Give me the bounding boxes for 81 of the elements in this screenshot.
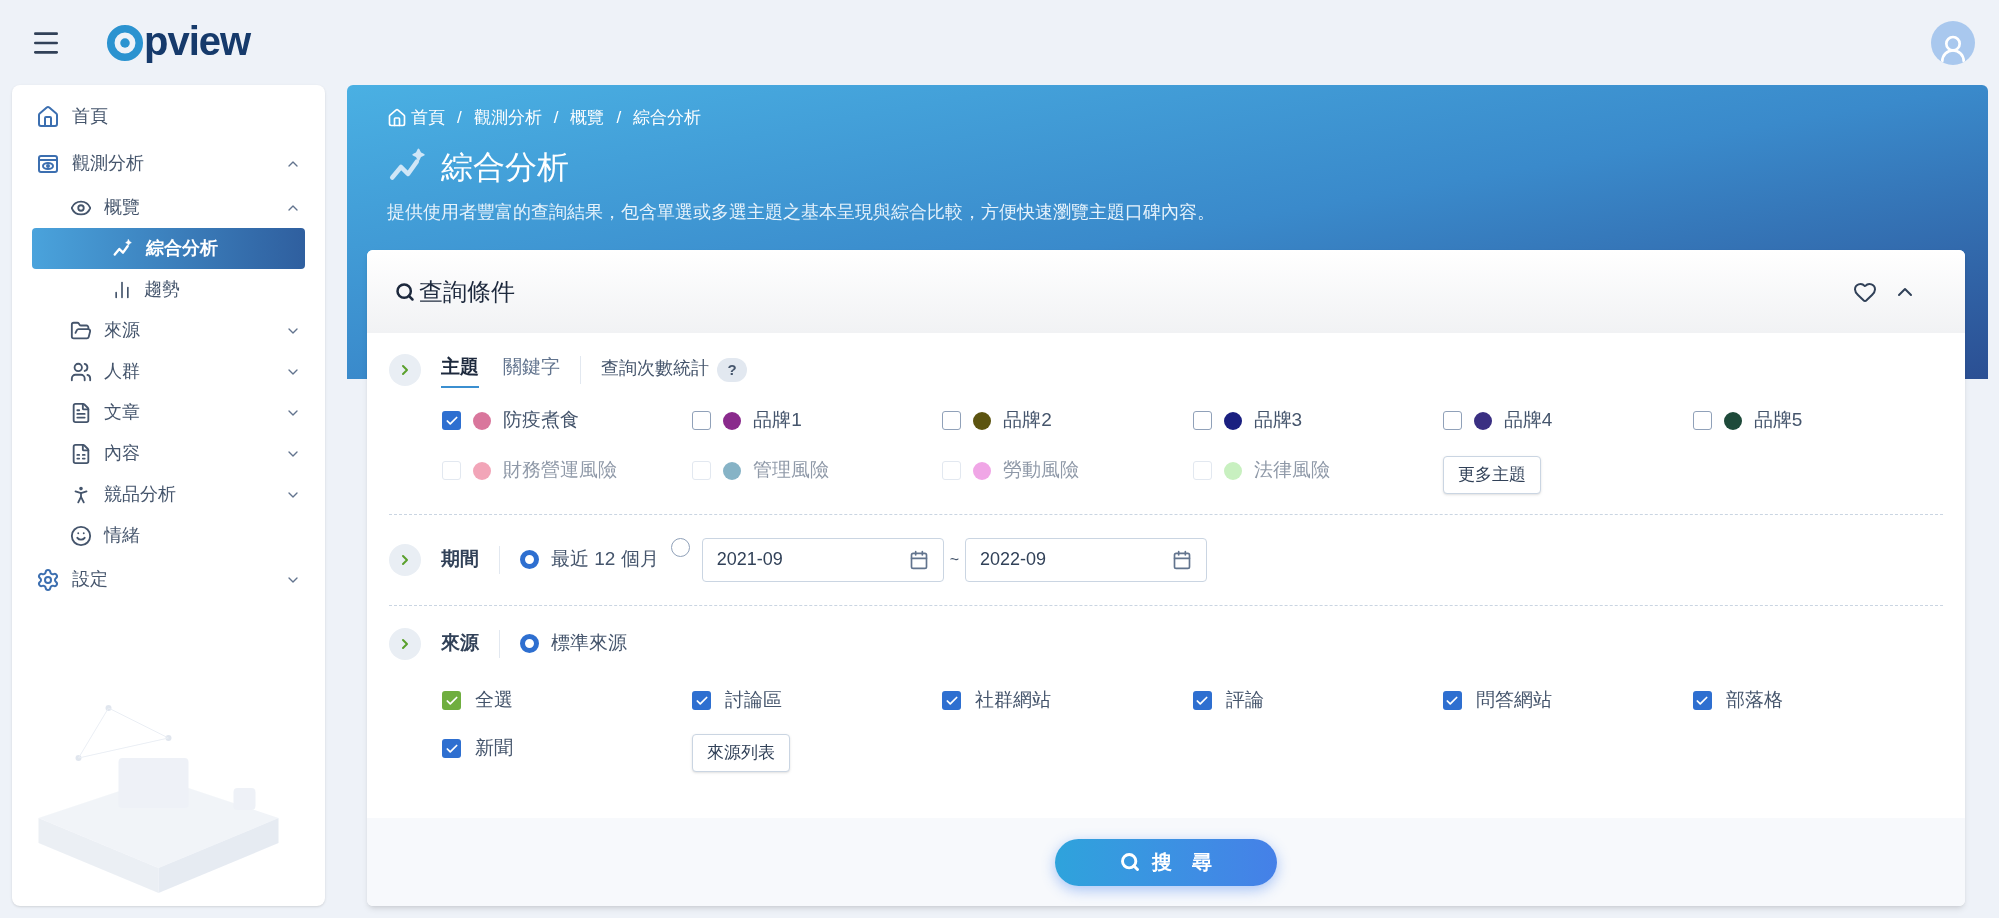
breadcrumb-separator: / (457, 107, 462, 129)
calendar-icon (1172, 549, 1193, 570)
sidebar-item[interactable]: 情緒 (20, 515, 317, 556)
sidebar-item[interactable]: 來源 (20, 310, 317, 351)
radio-label: 標準來源 (551, 631, 627, 656)
sidebar-item[interactable]: 首頁 (20, 93, 317, 140)
checkbox[interactable] (692, 691, 712, 710)
topic-label: 品牌4 (1503, 408, 1553, 433)
breadcrumb-separator: / (616, 107, 622, 129)
sidebar-item[interactable]: 內容 (20, 433, 317, 474)
sidebar-item[interactable]: 競品分析 (20, 474, 317, 515)
document-icon (70, 401, 92, 424)
smile-icon (70, 524, 92, 547)
sidebar-item[interactable]: 趨勢 (32, 269, 305, 310)
source-option: 討論區 (725, 686, 783, 715)
topic-label: 防疫煮食 (503, 408, 579, 433)
checkbox[interactable] (1192, 411, 1212, 430)
date-field[interactable]: 2021-09 (701, 537, 944, 582)
source-label: 來源 (441, 631, 479, 656)
topic-label: 品牌1 (753, 408, 802, 433)
home-icon (36, 104, 60, 129)
breadcrumb-separator: / (553, 107, 559, 129)
sidebar-item[interactable]: 概覽 (20, 187, 317, 228)
users-icon (70, 360, 92, 383)
checkbox[interactable] (442, 739, 461, 758)
tab[interactable]: 關鍵字 (503, 353, 560, 388)
topic-label: 品牌5 (1753, 408, 1803, 433)
checkbox[interactable] (942, 411, 962, 430)
radio-label: 最近 12 個月 (551, 547, 659, 572)
checkbox[interactable] (1442, 691, 1462, 710)
folder-icon (70, 319, 92, 342)
sidebar-item[interactable]: 綜合分析 (32, 228, 305, 269)
topic-label: 管理風險 (753, 458, 830, 483)
checkbox[interactable] (942, 691, 962, 710)
page-description: 提供使用者豐富的查詢結果，包含單選或多選主題之基本呈現與綜合比較，方便快速瀏覽主題口碑內容。 (387, 200, 1216, 224)
topic-label: 品牌3 (1253, 408, 1303, 433)
logo-text: pview (144, 20, 251, 61)
checkbox[interactable] (1192, 691, 1212, 710)
source-option: 評論 (1225, 686, 1264, 715)
checkbox[interactable] (692, 411, 712, 430)
period-label: 期間 (441, 547, 479, 572)
search-icon (1120, 852, 1140, 872)
expand-button[interactable] (389, 627, 421, 660)
sidebar-item[interactable]: 文章 (20, 392, 317, 433)
topic-label: 品牌2 (1003, 408, 1052, 433)
sidebar-item[interactable]: 設定 (20, 556, 317, 603)
topic-label: 法律風險 (1253, 458, 1330, 483)
checkbox[interactable] (1442, 411, 1462, 430)
source-list-button[interactable]: 來源列表 (692, 733, 791, 772)
radio-button[interactable] (670, 537, 690, 557)
range-separator: ~ (949, 549, 960, 570)
date-field[interactable]: 2022-09 (965, 537, 1208, 582)
logo-ring-icon (106, 23, 144, 62)
expand-button[interactable] (389, 543, 421, 576)
settings-icon (36, 567, 60, 592)
checkbox[interactable] (1692, 691, 1712, 710)
avatar[interactable] (1931, 20, 1975, 65)
sidebar-item[interactable]: 人群 (20, 351, 317, 392)
expand-button[interactable] (389, 354, 421, 387)
source-option: 全選 (475, 686, 513, 715)
checkbox[interactable] (442, 411, 461, 430)
topic-label: 勞動風險 (1003, 458, 1080, 483)
source-option: 新聞 (475, 734, 513, 763)
topic-label: 財務營運風險 (503, 458, 617, 483)
home-icon (387, 107, 407, 128)
tab[interactable]: 主題 (441, 353, 479, 388)
bar-chart-icon (112, 279, 132, 300)
calendar-icon (908, 549, 929, 570)
stats-link[interactable]: 查詢次數統計 (601, 354, 709, 386)
source-option: 部落格 (1725, 686, 1783, 715)
help-badge[interactable]: ? (717, 358, 747, 383)
checkbox[interactable] (442, 691, 461, 710)
card-title: 查詢條件 (419, 276, 515, 307)
checkbox[interactable] (1692, 411, 1712, 430)
page-title: 綜合分析 (441, 147, 569, 187)
sidebar-item[interactable]: 觀測分析 (20, 140, 317, 187)
more-topics-button[interactable]: 更多主題 (1442, 455, 1541, 494)
source-option: 問答網站 (1475, 686, 1552, 715)
radio-button[interactable] (520, 550, 539, 569)
source-option: 社群網站 (975, 686, 1052, 715)
radio-button[interactable] (520, 634, 539, 653)
